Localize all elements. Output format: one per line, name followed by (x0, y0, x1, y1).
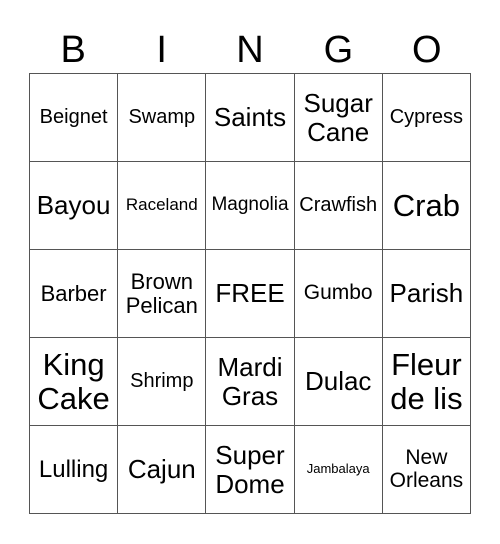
bingo-cell[interactable]: Cajun (118, 426, 207, 514)
bingo-cell[interactable]: Brown Pelican (118, 250, 207, 338)
bingo-cell[interactable]: Lulling (30, 426, 119, 514)
bingo-cell[interactable]: Crab (382, 162, 471, 250)
header-letter-b: B (60, 29, 86, 71)
bingo-cell[interactable]: Crawfish (294, 162, 383, 250)
bingo-cell[interactable]: Shrimp (118, 338, 207, 426)
bingo-cell[interactable]: Fleur de lis (382, 338, 471, 426)
bingo-cell[interactable]: New Orleans (382, 426, 471, 514)
bingo-cell[interactable]: Barber (30, 250, 119, 338)
bingo-card-grid: Beignet Swamp Saints Sugar Cane Cypress … (29, 73, 471, 514)
bingo-cell[interactable]: Swamp (118, 74, 207, 162)
header-letter-i: I (156, 29, 167, 71)
bingo-cell[interactable]: Raceland (118, 162, 207, 250)
bingo-cell[interactable]: Cypress (382, 74, 471, 162)
bingo-cell[interactable]: Super Dome (206, 426, 295, 514)
bingo-cell[interactable]: Sugar Cane (294, 74, 383, 162)
bingo-cell[interactable]: Mardi Gras (206, 338, 295, 426)
bingo-cell[interactable]: Dulac (294, 338, 383, 426)
header-letter-g: G (323, 29, 354, 71)
header-letter-o: O (412, 29, 442, 71)
bingo-cell[interactable]: Jambalaya (294, 426, 383, 514)
bingo-cell[interactable]: Gumbo (294, 250, 383, 338)
bingo-cell[interactable]: Saints (206, 74, 295, 162)
bingo-cell[interactable]: Parish (382, 250, 471, 338)
bingo-header: B I N G O (29, 28, 471, 72)
bingo-cell[interactable]: Beignet (30, 74, 119, 162)
header-letter-n: N (236, 29, 264, 71)
free-space[interactable]: FREE (206, 250, 295, 338)
bingo-cell[interactable]: King Cake (30, 338, 119, 426)
bingo-cell[interactable]: Magnolia (206, 162, 295, 250)
bingo-cell[interactable]: Bayou (30, 162, 119, 250)
